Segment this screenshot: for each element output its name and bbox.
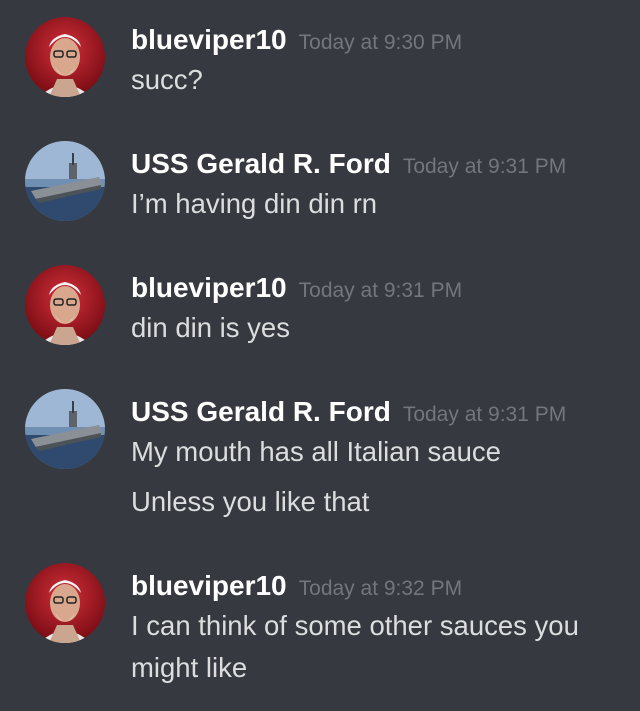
message-text: I can think of some other sauces you	[131, 610, 579, 641]
username[interactable]: blueviper10	[131, 570, 287, 601]
message-header: blueviper10 Today at 9:30 PM	[131, 24, 462, 56]
timestamp[interactable]: Today at 9:30 PM	[299, 31, 462, 54]
chat-message-list: blueviper10 Today at 9:30 PM succ? USS Ge…	[0, 0, 640, 711]
message-text: Unless you like that	[131, 486, 370, 517]
old-man-avatar-icon[interactable]	[25, 17, 105, 97]
aircraft-carrier-avatar-icon[interactable]	[25, 389, 105, 469]
message-header: USS Gerald R. Ford Today at 9:31 PM	[131, 148, 566, 180]
username[interactable]: USS Gerald R. Ford	[131, 396, 391, 427]
message-header: USS Gerald R. Ford Today at 9:31 PM	[131, 396, 566, 428]
username[interactable]: blueviper10	[131, 272, 287, 303]
timestamp[interactable]: Today at 9:31 PM	[403, 403, 566, 426]
username[interactable]: USS Gerald R. Ford	[131, 148, 391, 179]
timestamp[interactable]: Today at 9:32 PM	[299, 577, 462, 600]
message-text: din din is yes	[131, 312, 290, 343]
old-man-avatar-icon[interactable]	[25, 265, 105, 345]
message-text: My mouth has all Italian sauce	[131, 436, 501, 467]
message-text: I’m having din din rn	[131, 188, 378, 219]
message-text: succ?	[131, 64, 203, 95]
aircraft-carrier-avatar-icon[interactable]	[25, 141, 105, 221]
username[interactable]: blueviper10	[131, 24, 287, 55]
message-header: blueviper10 Today at 9:32 PM	[131, 570, 462, 602]
message-text: might like	[131, 652, 248, 683]
message-header: blueviper10 Today at 9:31 PM	[131, 272, 462, 304]
old-man-avatar-icon[interactable]	[25, 563, 105, 643]
timestamp[interactable]: Today at 9:31 PM	[299, 279, 462, 302]
timestamp[interactable]: Today at 9:31 PM	[403, 155, 566, 178]
